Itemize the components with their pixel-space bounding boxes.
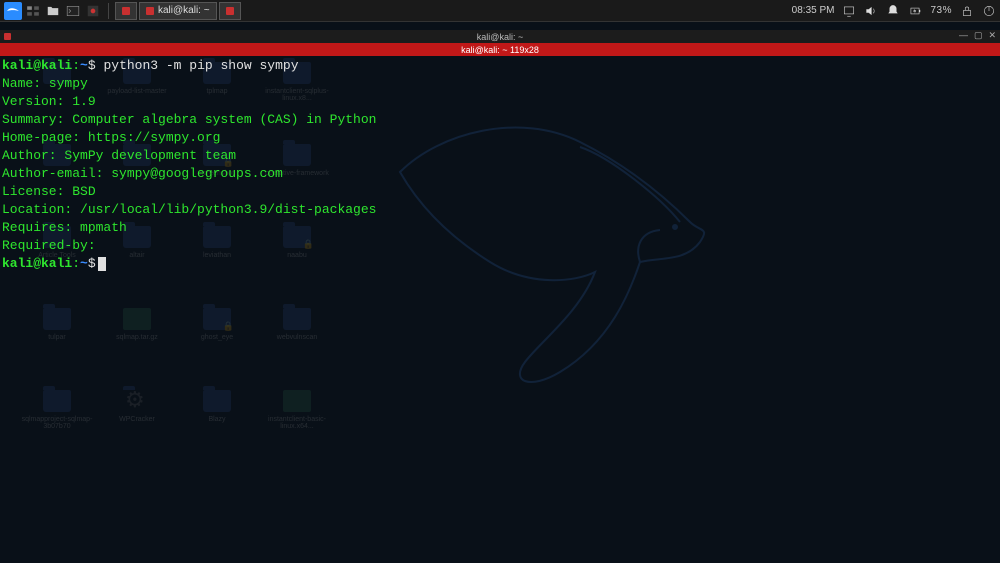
desktop: payload-list-mastertplmapinstantclient-s… <box>0 22 1000 563</box>
terminal-output: Name: sympyVersion: 1.9Summary: Computer… <box>2 75 998 255</box>
terminal-output-line: Name: sympy <box>2 75 998 93</box>
workspace-icon[interactable] <box>24 2 42 20</box>
task-dot-icon <box>226 7 234 15</box>
prompt-symbol: $ <box>88 256 96 271</box>
taskbar-task-terminal[interactable]: kali@kali: ~ <box>139 2 217 20</box>
desktop-item-label: sqlmapproject-sqlmap-3b07b70 <box>18 416 96 430</box>
command-text: python3 -m pip show sympy <box>103 58 298 73</box>
desktop-item-label: WPCracker <box>119 416 155 423</box>
terminal-output-line: Summary: Computer algebra system (CAS) i… <box>2 111 998 129</box>
lock-icon[interactable] <box>960 4 974 18</box>
terminal-body[interactable]: kali@kali:~$ python3 -m pip show sympy N… <box>0 56 1000 274</box>
folder-icon <box>203 390 231 412</box>
volume-icon[interactable] <box>864 4 878 18</box>
desktop-item[interactable]: tulpar <box>18 308 96 386</box>
prompt-path: ~ <box>80 256 88 271</box>
prompt-path: ~ <box>80 58 88 73</box>
task-dot-icon <box>122 7 130 15</box>
terminal-output-line: Required-by: <box>2 237 998 255</box>
taskbar: kali@kali: ~ 08:35 PM 73% <box>0 0 1000 22</box>
prompt-sep: : <box>72 256 80 271</box>
minimize-button[interactable]: — <box>959 30 968 41</box>
desktop-item-label: tulpar <box>48 334 66 341</box>
desktop-item[interactable]: instantclient-basic-linux.x64... <box>258 390 336 468</box>
terminal-icon[interactable] <box>64 2 82 20</box>
files-icon[interactable] <box>44 2 62 20</box>
task-dot-icon <box>146 7 154 15</box>
terminal-size-bar: kali@kali: ~ 119x28 <box>0 43 1000 56</box>
kali-menu-icon[interactable] <box>4 2 22 20</box>
desktop-item-label: ghost_eye <box>201 334 233 341</box>
display-icon[interactable] <box>842 4 856 18</box>
terminal-output-line: Home-page: https://sympy.org <box>2 129 998 147</box>
terminal-output-line: License: BSD <box>2 183 998 201</box>
desktop-item-label: webvulnscan <box>277 334 317 341</box>
close-button[interactable]: ✕ <box>988 30 996 41</box>
prompt-symbol: $ <box>88 58 96 73</box>
taskbar-task-label: kali@kali: ~ <box>158 5 210 16</box>
desktop-item-label: sqlmap.tar.gz <box>116 334 158 341</box>
gear-icon <box>123 390 151 412</box>
folder-icon <box>283 308 311 330</box>
terminal-line: kali@kali:~$ python3 -m pip show sympy <box>2 57 998 75</box>
battery-charging-icon[interactable] <box>908 4 922 18</box>
window-title: kali@kali: ~ <box>477 32 523 42</box>
terminal-output-line: Author: SymPy development team <box>2 147 998 165</box>
terminal-size-label: kali@kali: ~ 119x28 <box>461 45 539 55</box>
desktop-item[interactable]: webvulnscan <box>258 308 336 386</box>
folder-icon <box>43 308 71 330</box>
battery-percentage: 73% <box>930 5 952 16</box>
window-titlebar[interactable]: kali@kali: ~ — ▢ ✕ <box>0 30 1000 43</box>
desktop-item-label: Blazy <box>208 416 225 423</box>
terminal-window: kali@kali: ~ — ▢ ✕ kali@kali: ~ 119x28 k… <box>0 30 1000 260</box>
titlebar-app-icon <box>4 33 11 40</box>
desktop-item[interactable]: sqlmapproject-sqlmap-3b07b70 <box>18 390 96 468</box>
file-icon <box>283 390 311 412</box>
power-icon[interactable] <box>982 4 996 18</box>
terminal-output-line: Requires: mpmath <box>2 219 998 237</box>
terminal-output-line: Location: /usr/local/lib/python3.9/dist-… <box>2 201 998 219</box>
prompt-userhost: kali@kali <box>2 58 72 73</box>
desktop-item[interactable]: ghost_eye <box>178 308 256 386</box>
notifications-icon[interactable] <box>886 4 900 18</box>
desktop-item[interactable]: Blazy <box>178 390 256 468</box>
prompt-userhost: kali@kali <box>2 256 72 271</box>
taskbar-right: 08:35 PM 73% <box>792 4 996 18</box>
taskbar-task-extra[interactable] <box>219 2 241 20</box>
taskbar-separator <box>108 3 109 19</box>
cursor <box>98 257 106 271</box>
taskbar-task-thumbnail[interactable] <box>115 2 137 20</box>
prompt-sep: : <box>72 58 80 73</box>
folder-icon <box>203 308 231 330</box>
desktop-item-label: instantclient-basic-linux.x64... <box>258 416 336 430</box>
editor-icon[interactable] <box>84 2 102 20</box>
terminal-output-line: Version: 1.9 <box>2 93 998 111</box>
folder-icon <box>43 390 71 412</box>
file-icon <box>123 308 151 330</box>
taskbar-left: kali@kali: ~ <box>4 2 241 20</box>
desktop-item[interactable]: WPCracker <box>98 390 176 468</box>
window-buttons: — ▢ ✕ <box>959 30 996 41</box>
desktop-item[interactable]: sqlmap.tar.gz <box>98 308 176 386</box>
maximize-button[interactable]: ▢ <box>974 30 983 41</box>
terminal-output-line: Author-email: sympy@googlegroups.com <box>2 165 998 183</box>
terminal-line: kali@kali:~$ <box>2 255 998 273</box>
clock[interactable]: 08:35 PM <box>792 5 835 16</box>
